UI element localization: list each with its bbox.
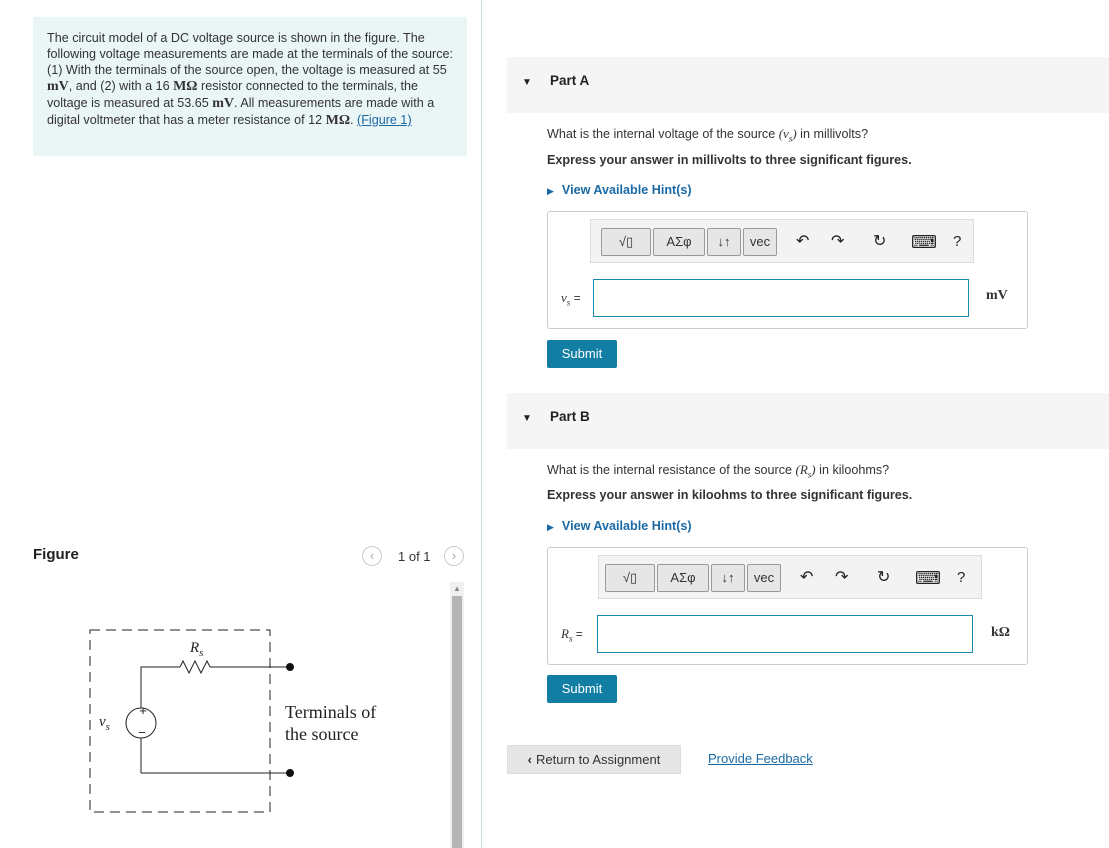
templates-button[interactable]: √▯ (605, 564, 655, 592)
hint-expand-icon: ▶ (547, 522, 554, 532)
part-a-variable-label: vs = (561, 290, 581, 308)
problem-statement: The circuit model of a DC voltage source… (33, 17, 467, 156)
reset-icon[interactable]: ↻ (873, 232, 886, 252)
left-panel: The circuit model of a DC voltage source… (0, 0, 482, 848)
problem-text-5: . (350, 113, 358, 127)
part-b-answer-input[interactable] (597, 615, 973, 653)
figure-link[interactable]: (Figure 1) (357, 113, 412, 127)
part-a-math-toolbar: √▯ ΑΣφ ↓↑ vec ↶ ↷ ↻ ⌨ ? (590, 219, 974, 263)
part-b-unit: kΩ (991, 625, 1010, 640)
greek-symbols-button[interactable]: ΑΣφ (653, 228, 705, 256)
vector-button[interactable]: vec (747, 564, 781, 592)
return-to-assignment-button[interactable]: ‹ Return to Assignment (507, 745, 681, 774)
next-figure-button[interactable]: › (444, 546, 464, 566)
resistor-zigzag (179, 659, 211, 675)
redo-icon[interactable]: ↷ (831, 232, 844, 252)
figure-title: Figure (33, 546, 79, 563)
keyboard-icon[interactable]: ⌨ (915, 568, 941, 588)
greek-symbols-button[interactable]: ΑΣφ (657, 564, 709, 592)
part-b-hint-link[interactable]: ▶ View Available Hint(s) (547, 519, 692, 533)
return-label: Return to Assignment (536, 752, 661, 767)
part-b-header[interactable]: ▼ Part B (507, 393, 1109, 449)
keyboard-icon[interactable]: ⌨ (911, 232, 937, 252)
hint-expand-icon: ▶ (547, 186, 554, 196)
figure-header: Figure ‹ 1 of 1 › (33, 546, 467, 572)
terminal-bottom-dot (286, 769, 294, 777)
chevron-left-icon: ‹ (527, 752, 533, 767)
provide-feedback-link[interactable]: Provide Feedback (708, 751, 813, 766)
terminals-label-line2: the source (285, 724, 358, 744)
source-label: vs (99, 714, 110, 733)
part-b-submit-button[interactable]: Submit (547, 675, 617, 703)
part-b-question: What is the internal resistance of the s… (547, 462, 890, 480)
part-a-instruction: Express your answer in millivolts to thr… (547, 153, 912, 167)
collapse-caret-icon[interactable]: ▼ (522, 413, 532, 424)
resistor-label: Rs (189, 640, 203, 659)
terminal-top-dot (286, 663, 294, 671)
source-plus-sign: + (139, 703, 147, 718)
unit-mv-2: mV (212, 96, 235, 111)
subscript-superscript-button[interactable]: ↓↑ (707, 228, 741, 256)
part-b-answer-box: √▯ ΑΣφ ↓↑ vec ↶ ↷ ↻ ⌨ ? Rs = kΩ (547, 547, 1028, 665)
unit-mohm-1: MΩ (173, 79, 198, 94)
part-a-hint-link[interactable]: ▶ View Available Hint(s) (547, 183, 692, 197)
problem-text-2: , and (2) with a 16 (68, 79, 174, 93)
prev-figure-button[interactable]: ‹ (362, 546, 382, 566)
part-a-question: What is the internal voltage of the sour… (547, 126, 869, 144)
vector-button[interactable]: vec (743, 228, 777, 256)
wire-top-left (140, 666, 180, 708)
figure-scrollbar[interactable]: ▲ (450, 582, 464, 848)
part-b-label: Part B (550, 409, 590, 424)
unit-mv-1: mV (47, 79, 69, 94)
part-b-variable-label: Rs = (561, 626, 583, 644)
undo-icon[interactable]: ↶ (800, 568, 813, 588)
unit-mohm-2: MΩ (325, 113, 351, 128)
source-minus-sign: − (138, 725, 146, 740)
part-b-math-toolbar: √▯ ΑΣφ ↓↑ vec ↶ ↷ ↻ ⌨ ? (598, 555, 982, 599)
templates-button[interactable]: √▯ (601, 228, 651, 256)
terminals-label-line1: Terminals of (285, 702, 376, 722)
part-a-submit-button[interactable]: Submit (547, 340, 617, 368)
redo-icon[interactable]: ↷ (835, 568, 848, 588)
circuit-diagram: + − Rs vs Terminals of the source (89, 629, 376, 813)
part-a-header[interactable]: ▼ Part A (507, 57, 1109, 113)
reset-icon[interactable]: ↻ (877, 568, 890, 588)
scroll-up-arrow-icon[interactable]: ▲ (453, 584, 461, 593)
undo-icon[interactable]: ↶ (796, 232, 809, 252)
help-icon[interactable]: ? (953, 232, 961, 252)
part-a-label: Part A (550, 73, 590, 88)
part-b-instruction: Express your answer in kiloohms to three… (547, 488, 913, 502)
subscript-superscript-button[interactable]: ↓↑ (711, 564, 745, 592)
help-icon[interactable]: ? (957, 568, 965, 588)
part-a-answer-box: √▯ ΑΣφ ↓↑ vec ↶ ↷ ↻ ⌨ ? vs = mV (547, 211, 1028, 329)
part-a-unit: mV (986, 288, 1008, 303)
part-a-answer-input[interactable] (593, 279, 969, 317)
source-boundary-box (89, 629, 271, 813)
collapse-caret-icon[interactable]: ▼ (522, 77, 532, 88)
problem-text-1: The circuit model of a DC voltage source… (47, 31, 454, 77)
scrollbar-thumb[interactable] (452, 596, 462, 848)
figure-pager-count: 1 of 1 (398, 549, 431, 564)
panel-divider (481, 0, 482, 848)
